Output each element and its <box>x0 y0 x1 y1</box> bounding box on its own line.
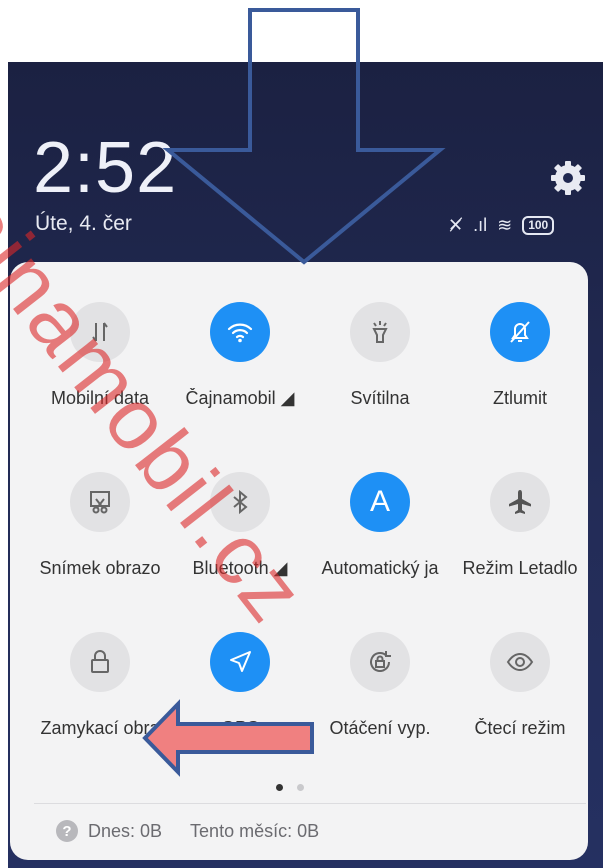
left-arrow-icon <box>142 699 314 777</box>
